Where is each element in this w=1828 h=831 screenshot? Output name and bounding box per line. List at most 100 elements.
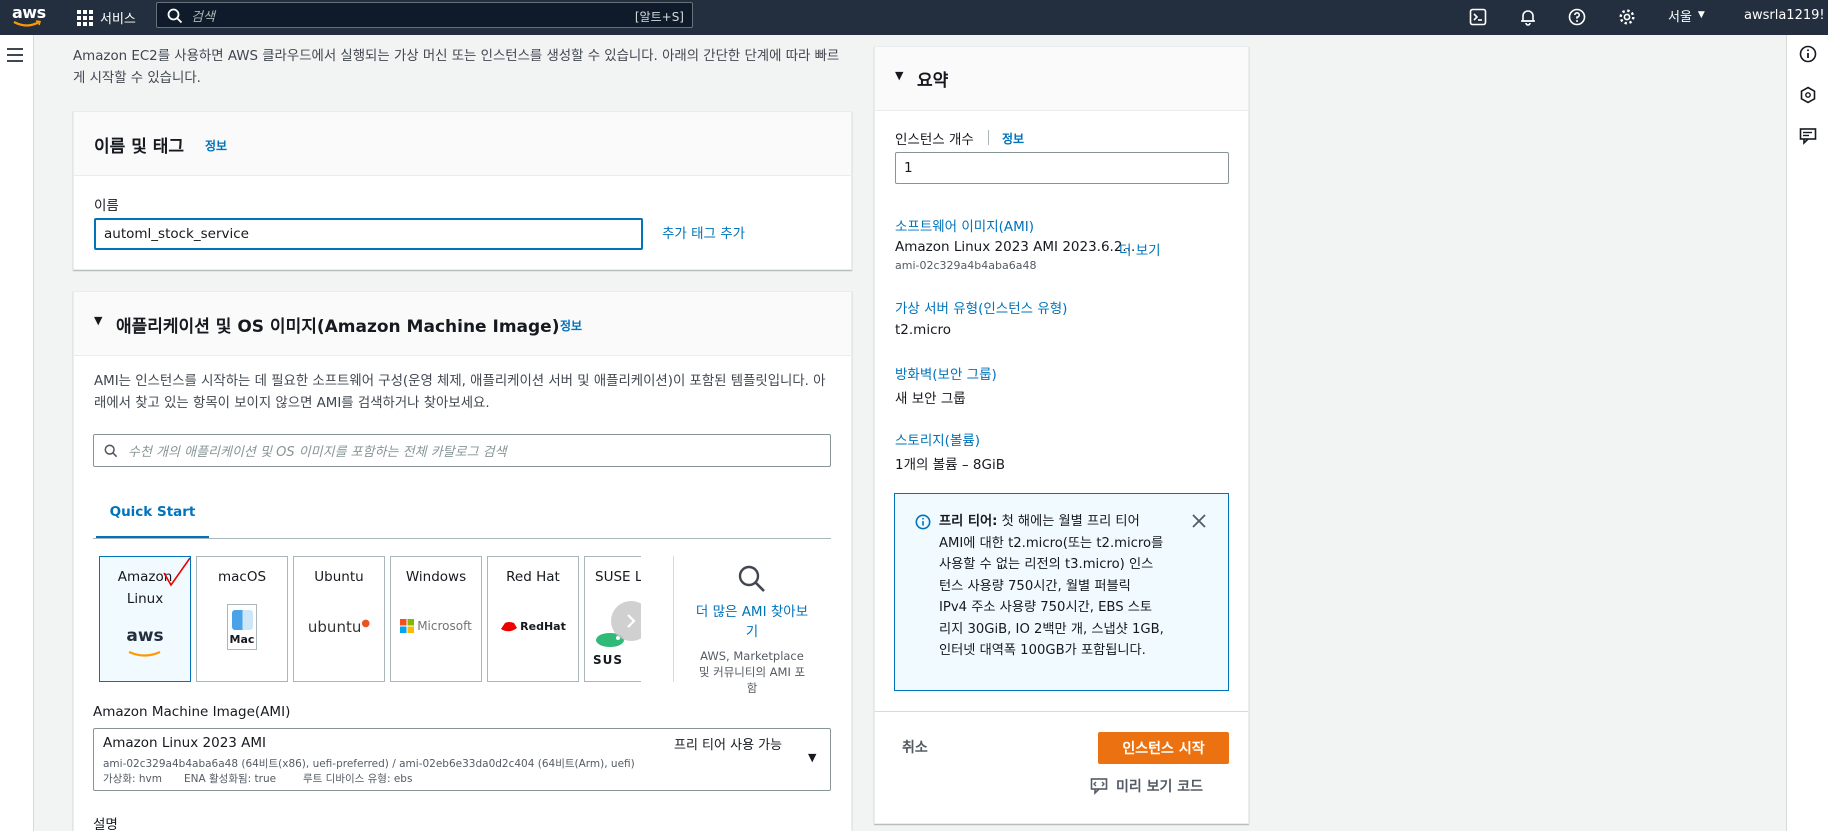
ami-tile-amazon-linux[interactable]: Amazon Linux aws [99,556,191,682]
ami-tile-label: Ubuntu [314,569,364,585]
name-input-value: automl_stock_service [104,226,249,242]
region-label: 서울 [1668,9,1692,25]
ami-tile-label: Red Hat [506,569,560,585]
services-menu-button[interactable]: 서비스 [77,0,136,35]
name-tags-info-link[interactable]: 정보 [205,137,227,154]
code-preview-icon [1090,778,1108,795]
chevron-down-icon: ▼ [1697,10,1705,20]
free-tier-line: 리지 30GiB, IO 2백만 개, 스냅샷 1GB, [939,621,1164,637]
free-tier-line: 턴스 사용량 750시간, 월별 퍼블릭 [939,578,1131,594]
launch-instance-button[interactable]: 인스턴스 시작 [1098,732,1229,764]
ami-search-input[interactable]: 수천 개의 애플리케이션 및 OS 이미지를 포함하는 전체 카탈로그 검색 [93,434,831,467]
microsoft-logo-icon: Microsoft [391,619,481,633]
name-tags-header: 이름 및 태그 정보 [74,112,851,176]
redhat-logo-icon: RedHat [488,620,578,633]
instance-count-input[interactable]: 1 [895,152,1229,184]
ami-info-link[interactable]: 정보 [560,317,582,334]
more-ami-panel: 더 많은 AMI 찾아보기 AWS, Marketplace 및 커뮤니티의 A… [673,556,830,695]
instance-count-info-link[interactable]: 정보 [1002,130,1024,147]
ami-search-placeholder: 수천 개의 애플리케이션 및 OS 이미지를 포함하는 전체 카탈로그 검색 [128,445,507,460]
info-circle-icon [915,514,931,530]
preview-code-label: 미리 보기 코드 [1116,779,1204,795]
intro-text: Amazon EC2를 사용하면 AWS 클라우드에서 실행되는 가상 머신 또… [73,49,840,86]
summary-header: ▼ 요약 [875,47,1248,111]
free-tier-bold: 프리 티어: [939,514,998,529]
services-label: 서비스 [100,12,136,27]
ami-tile-ubuntu[interactable]: Ubuntu ubuntu● [293,556,385,682]
caret-down-icon: ▼ [808,751,817,764]
right-rail [1786,35,1828,831]
search-icon [167,8,183,24]
menu-hamburger-icon[interactable] [7,48,23,66]
software-image-link[interactable]: 소프트웨어 이미지(AMI) [895,215,1034,235]
magnifier-icon [738,565,765,592]
help-icon[interactable] [1564,4,1590,30]
aws-logo[interactable]: aws [12,3,46,31]
name-label: 이름 [94,198,119,214]
search-icon [104,444,118,458]
mac-finder-icon: Mac [227,604,257,650]
region-selector[interactable]: 서울 ▼ [1668,0,1705,30]
ami-select-label: Amazon Machine Image(AMI) [93,704,291,720]
ami-meta-root: 루트 디바이스 유형: ebs [303,773,413,785]
free-tier-line: IPv4 주소 사용량 750시간, EBS 스토 [939,600,1153,615]
ami-tile-label: SUSE Li [595,569,641,585]
name-input[interactable]: automl_stock_service [94,218,643,250]
name-tags-panel: 이름 및 태그 정보 이름 automl_stock_service 추가 태그… [73,111,852,270]
tab-quick-start[interactable]: Quick Start [96,501,209,539]
cancel-button[interactable]: 취소 [902,737,928,757]
collapse-caret-icon[interactable]: ▼ [94,314,102,327]
tab-divider [93,538,831,539]
free-tier-line: 첫 해에는 월별 프리 티어 [1001,514,1140,529]
cloudshell-icon[interactable] [1465,4,1491,30]
storage-value: 1개의 볼륨 – 8GiB [895,457,1005,473]
storage-link[interactable]: 스토리지(볼륨) [895,429,980,449]
account-menu[interactable]: awsrla1219! [1744,0,1825,30]
account-name: awsrla1219! [1744,7,1825,23]
ami-tile-macos[interactable]: macOS Mac [196,556,288,682]
free-tier-line: AMI에 대한 t2.micro(또는 t2.micro를 [939,535,1164,551]
ami-meta-ena: ENA 활성화됨: true [184,773,277,785]
close-icon[interactable] [1192,514,1206,528]
hexagon-icon[interactable] [1799,86,1817,104]
free-tier-badge: 프리 티어 사용 가능 [674,738,783,753]
top-navigation: aws 서비스 검색 [알트+S] 서울 ▼ awsrla1219! [0,0,1828,35]
info-circle-icon[interactable] [1799,45,1817,63]
software-image-value: Amazon Linux 2023 AMI 2023.6.2... [895,239,1136,255]
ami-tile-windows[interactable]: Windows Microsoft [390,556,482,682]
search-shortcut: [알트+S] [634,10,684,24]
software-more-link[interactable]: 더 보기 [1119,239,1161,259]
ami-tile-suse[interactable]: SUSE Li SUS [584,556,641,682]
add-tag-link[interactable]: 추가 태그 추가 [662,222,745,242]
ami-tile-redhat[interactable]: Red Hat RedHat [487,556,579,682]
ami-header: ▼ 애플리케이션 및 OS 이미지(Amazon Machine Image) … [74,292,851,356]
search-placeholder: 검색 [191,9,215,25]
count-divider [988,130,989,145]
aws-logo-text: aws [126,626,164,646]
microsoft-logo-text: Microsoft [417,619,472,633]
global-search-input[interactable]: 검색 [알트+S] [156,2,693,28]
firewall-value: 새 보안 그룹 [895,391,966,407]
ami-name: Amazon Linux 2023 AMI [103,735,267,751]
feedback-icon[interactable] [1799,127,1817,145]
free-tier-alert: 프리 티어: 첫 해에는 월별 프리 티어 AMI에 대한 t2.micro(또… [894,493,1229,691]
instance-type-value: t2.micro [895,322,952,338]
preview-code-button[interactable]: 미리 보기 코드 [1090,776,1203,796]
ami-select-dropdown[interactable]: Amazon Linux 2023 AMI 프리 티어 사용 가능 ami-02… [93,728,831,791]
grid-icon [77,9,93,26]
description-label: 설명 [93,817,118,831]
name-tags-title: 이름 및 태그 [94,137,185,157]
left-rail [0,35,34,831]
collapse-caret-icon[interactable]: ▼ [895,69,903,82]
suse-logo-text: SUS [593,653,624,667]
firewall-link[interactable]: 방화벽(보안 그룹) [895,363,997,383]
instance-type-link[interactable]: 가상 서버 유형(인스턴스 유형) [895,297,1067,317]
ubuntu-logo-icon: ubuntu● [307,618,371,636]
ubuntu-logo-text: ubuntu [307,618,362,636]
instance-count-value: 1 [904,160,913,176]
more-ami-link[interactable]: 더 많은 AMI 찾아보기 [674,602,830,642]
checkmark-annotation-icon [163,557,190,587]
settings-gear-icon[interactable] [1614,4,1640,30]
redhat-logo-text: RedHat [520,620,566,633]
notifications-bell-icon[interactable] [1515,4,1541,30]
